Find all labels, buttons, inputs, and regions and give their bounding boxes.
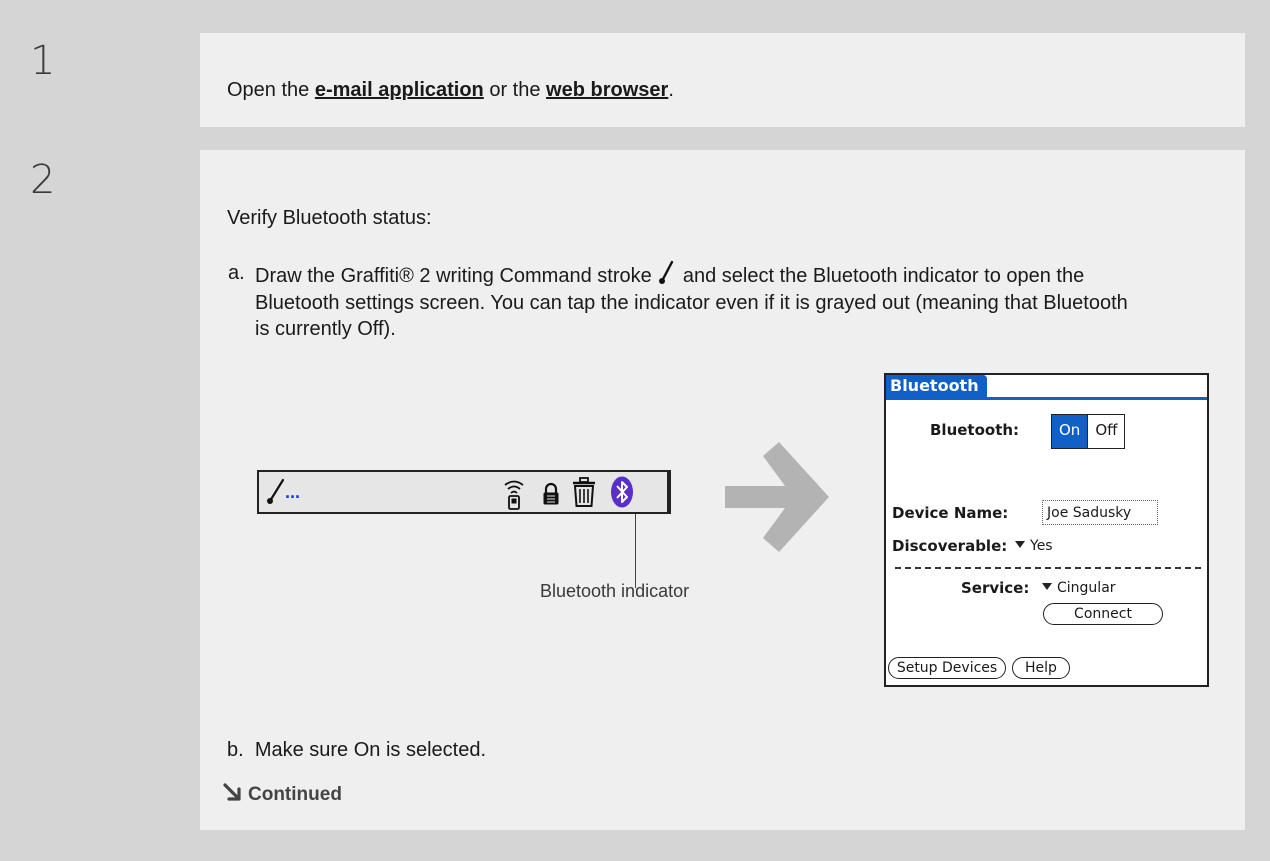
connect-button[interactable]: Connect <box>1043 603 1163 625</box>
discoverable-label: Discoverable: <box>892 537 1008 555</box>
discoverable-picker[interactable]: Yes <box>1015 538 1053 554</box>
dialog-title: Bluetooth <box>886 375 987 397</box>
callout-line <box>635 514 636 588</box>
status-dots: ... <box>285 482 301 502</box>
dialog-titlebar: Bluetooth <box>886 375 1207 400</box>
device-name-label: Device Name: <box>892 504 1009 522</box>
step-1-prefix: Open the <box>227 79 315 101</box>
step-2b: b. Make sure On is selected. <box>227 737 486 763</box>
right-arrow-icon <box>725 442 829 552</box>
bluetooth-settings-dialog: Bluetooth Bluetooth: On Off Device Name:… <box>884 373 1209 687</box>
step-1-panel: Open the e-mail application or the web b… <box>200 33 1245 127</box>
email-application-link[interactable]: e-mail application <box>315 79 484 101</box>
continued-link[interactable]: Continued <box>222 783 342 806</box>
bluetooth-indicator-callout: Bluetooth indicator <box>540 581 690 601</box>
bluetooth-label: Bluetooth: <box>930 421 1020 439</box>
step-2-intro: Verify Bluetooth status: <box>227 207 432 229</box>
bluetooth-off-button[interactable]: Off <box>1087 415 1124 448</box>
service-picker[interactable]: Cingular <box>1042 580 1116 596</box>
step-number-1: 1 <box>30 38 56 84</box>
step-1-text: Open the e-mail application or the web b… <box>227 77 674 103</box>
discoverable-value: Yes <box>1030 538 1053 554</box>
help-button[interactable]: Help <box>1012 657 1070 679</box>
step-2a-text-part1: Draw the Graffiti® 2 writing Command str… <box>255 265 652 287</box>
step-2b-text: Make sure On is selected. <box>254 739 487 761</box>
step-1-suffix: . <box>668 79 674 101</box>
wireless-icon <box>504 480 524 510</box>
command-stroke-icon <box>267 478 285 504</box>
device-name-field[interactable]: Joe Sadusky <box>1042 500 1158 525</box>
step-number-2: 2 <box>30 157 56 203</box>
continued-arrow-icon <box>223 783 241 801</box>
step-2b-label: b. <box>227 739 244 761</box>
step-1-middle: or the <box>483 79 547 101</box>
command-stroke-icon <box>659 260 674 284</box>
chevron-down-icon <box>1015 541 1025 548</box>
trash-icon <box>573 477 595 507</box>
step-2-panel: Verify Bluetooth status: a. Draw the Gra… <box>200 150 1245 830</box>
web-browser-link[interactable]: web browser <box>546 79 668 101</box>
step-2a-label: a. <box>228 262 245 284</box>
service-label: Service: <box>961 579 1030 597</box>
bluetooth-toggle: On Off <box>1051 414 1126 449</box>
lock-icon <box>543 482 559 505</box>
bluetooth-icon[interactable] <box>609 475 635 509</box>
step-2a-text: Draw the Graffiti® 2 writing Command str… <box>255 260 1135 343</box>
continued-label: Continued <box>248 784 342 805</box>
chevron-down-icon <box>1042 583 1052 590</box>
setup-devices-button[interactable]: Setup Devices <box>888 657 1006 679</box>
dialog-divider <box>895 567 1201 569</box>
status-bar: ... <box>257 470 671 514</box>
bluetooth-on-button[interactable]: On <box>1052 415 1088 448</box>
service-value: Cingular <box>1057 580 1116 596</box>
